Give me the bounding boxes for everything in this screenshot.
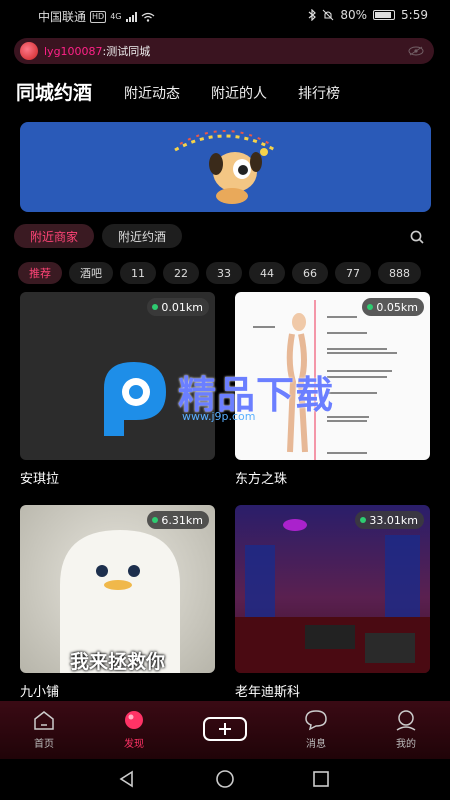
back-icon[interactable]	[118, 770, 136, 788]
category-bar: 推荐 酒吧 11 22 33 44 66 77 888	[18, 262, 421, 284]
battery-percent: 80%	[340, 8, 368, 22]
nav-home-label: 首页	[34, 739, 54, 750]
bottom-nav: 首页 发现 消息 我的	[0, 701, 450, 759]
online-dot	[360, 517, 367, 523]
nav-discover[interactable]: 发现	[104, 701, 164, 759]
watermark-logo	[104, 362, 166, 436]
online-dot	[152, 517, 159, 523]
club-image	[235, 519, 430, 673]
distance-label: 0.01km	[161, 300, 203, 314]
distance-badge: 6.31km	[147, 511, 209, 529]
nearby-business-tab[interactable]: 附近商家	[14, 224, 94, 248]
eye-off-icon[interactable]	[408, 46, 424, 56]
system-nav	[0, 759, 450, 800]
category-chip[interactable]: 11	[120, 262, 156, 284]
distance-badge: 33.01km	[355, 511, 424, 529]
nav-messages[interactable]: 消息	[286, 701, 346, 759]
venue-name: 安琪拉	[20, 472, 60, 487]
banner[interactable]	[20, 122, 431, 212]
venue-name: 老年迪斯科	[235, 685, 301, 700]
venue-card[interactable]: 我来拯救你 6.31km	[20, 505, 215, 673]
bluetooth-icon	[308, 9, 317, 21]
tab-local-drink[interactable]: 同城约酒	[16, 78, 92, 105]
venue-name: 九小铺	[20, 685, 60, 700]
header-tabs: 同城约酒 附近动态 附近的人 排行榜	[16, 78, 371, 105]
online-dot	[367, 304, 374, 310]
search-icon[interactable]	[410, 230, 424, 244]
message-icon	[305, 710, 327, 731]
category-chip[interactable]: 66	[292, 262, 328, 284]
nav-profile-label: 我的	[396, 739, 416, 750]
venue-name: 东方之珠	[235, 472, 288, 487]
watermark: 精品下载 www.j9p.com	[100, 358, 360, 438]
mute-icon	[322, 9, 334, 21]
venue-card[interactable]: 33.01km	[235, 505, 430, 673]
hd-badge: HD	[90, 10, 107, 23]
nav-messages-label: 消息	[306, 739, 326, 750]
notice-text: lyg100087:测试同城	[44, 43, 408, 59]
status-bar: 中国联通 HD 4G 80% 5:59	[0, 0, 450, 30]
home-circle-icon[interactable]	[215, 769, 235, 789]
distance-label: 6.31km	[161, 513, 203, 527]
recents-icon[interactable]	[312, 770, 330, 788]
category-recommend[interactable]: 推荐	[18, 262, 62, 284]
watermark-url: www.j9p.com	[182, 410, 256, 423]
home-icon	[34, 711, 54, 730]
carrier-label: 中国联通	[38, 10, 87, 24]
nav-profile[interactable]: 我的	[376, 701, 436, 759]
wifi-icon	[141, 12, 154, 22]
network-label: 4G	[110, 12, 122, 21]
online-dot	[152, 304, 159, 310]
card-caption: 我来拯救你	[69, 651, 165, 673]
distance-badge: 0.01km	[147, 298, 209, 316]
category-chip[interactable]: 44	[249, 262, 285, 284]
nav-discover-label: 发现	[124, 739, 144, 750]
clock: 5:59	[401, 8, 428, 22]
category-chip[interactable]: 22	[163, 262, 199, 284]
notice-message: :测试同城	[102, 45, 151, 58]
nearby-drink-tab[interactable]: 附近约酒	[102, 224, 182, 248]
tab-nearby-people[interactable]: 附近的人	[211, 83, 267, 105]
notice-user: lyg100087	[44, 45, 103, 58]
nav-home[interactable]: 首页	[14, 701, 74, 759]
category-chip[interactable]: 33	[206, 262, 242, 284]
distance-label: 33.01km	[369, 513, 418, 527]
banner-illustration	[174, 130, 276, 204]
category-bar-chip[interactable]: 酒吧	[69, 262, 113, 284]
profile-icon	[396, 710, 416, 731]
avatar	[20, 42, 38, 60]
distance-label: 0.05km	[376, 300, 418, 314]
category-chip[interactable]: 77	[335, 262, 371, 284]
battery-icon	[373, 10, 396, 20]
tab-ranking[interactable]: 排行榜	[298, 83, 340, 105]
notice-bar[interactable]: lyg100087:测试同城	[14, 38, 434, 64]
category-chip[interactable]: 888	[378, 262, 421, 284]
tab-nearby-feed[interactable]: 附近动态	[124, 83, 180, 105]
add-icon	[203, 717, 247, 741]
discover-icon	[125, 711, 143, 729]
signal-icon	[125, 11, 137, 22]
nav-add[interactable]	[195, 701, 255, 759]
distance-badge: 0.05km	[362, 298, 424, 316]
